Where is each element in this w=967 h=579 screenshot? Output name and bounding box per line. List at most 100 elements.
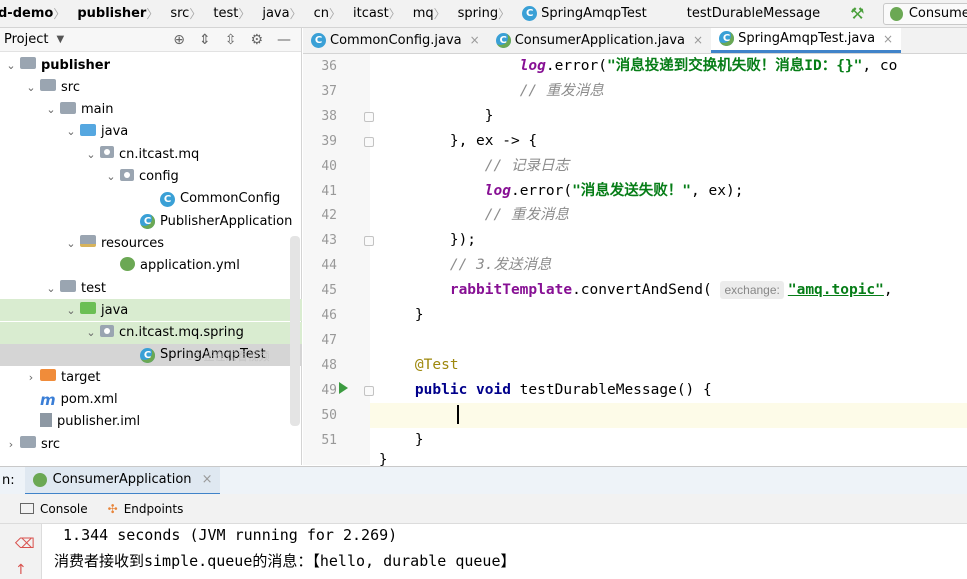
chevron-down-icon[interactable]: ▼ (56, 34, 64, 45)
code-line: } (380, 107, 494, 124)
tree-item[interactable]: ⌄ resources (0, 232, 302, 254)
chevron-icon[interactable]: ⌄ (104, 170, 118, 183)
chevron-icon[interactable]: ⌄ (64, 304, 78, 317)
project-panel-header: Project ▼ ⊕ ⇕ ⇳ ⚙ — (0, 28, 301, 52)
breadcrumb-separator: 〉 (238, 7, 251, 21)
run-tab-consumer[interactable]: ConsumerApplication × (24, 466, 221, 495)
close-icon[interactable]: × (470, 33, 480, 47)
project-panel-title[interactable]: Project (4, 32, 48, 47)
code-line: // 重发消息 (519, 82, 604, 99)
editor-tab[interactable]: C ConsumerApplication.java × (488, 28, 711, 53)
chevron-icon[interactable]: ⌄ (64, 237, 78, 250)
close-icon[interactable]: × (693, 33, 703, 47)
build-icon[interactable]: ⚒ (850, 4, 864, 23)
line-number: 50 (321, 407, 337, 423)
line-number: 37 (321, 83, 337, 99)
tree-item[interactable]: C PublisherApplication (0, 210, 302, 232)
breadcrumb-method[interactable]: testDurableMessage (687, 6, 826, 21)
tree-item[interactable]: › target (0, 366, 302, 388)
tree-item[interactable]: ⌄ test (0, 277, 302, 299)
minimize-icon[interactable]: — (277, 32, 291, 48)
tab-console[interactable]: Console (10, 494, 98, 524)
breadcrumb-item[interactable]: test 〉 (213, 5, 262, 22)
line-number: 43 (321, 233, 337, 249)
run-test-icon[interactable] (339, 382, 348, 394)
tree-item[interactable]: ⌄ publisher (0, 54, 302, 76)
chevron-icon[interactable]: ⌄ (64, 125, 78, 138)
line-number: 46 (321, 308, 337, 323)
up-arrow-icon[interactable]: ↑ (15, 562, 27, 578)
breadcrumb: d-demo 〉 publisher 〉 src 〉 test 〉 java 〉 cn 〉 itcast… (0, 0, 967, 28)
tree-item-label: test (81, 280, 106, 296)
breadcrumb-item[interactable]: java 〉 (262, 5, 313, 22)
chevron-icon[interactable]: ⌄ (44, 103, 58, 116)
tree-item[interactable]: › src (0, 433, 302, 455)
endpoints-icon: ✣ (107, 501, 118, 516)
breadcrumb-item[interactable]: itcast 〉 (353, 5, 413, 22)
tree-item[interactable]: ⌄ src (0, 76, 302, 98)
tree-item[interactable]: ⌄ main (0, 99, 302, 121)
tree-item[interactable]: ⌄ config (0, 166, 302, 188)
code-line: } (380, 431, 424, 448)
chevron-icon[interactable]: ⌄ (84, 148, 98, 161)
editor-tab[interactable]: C CommonConfig.java × (303, 28, 488, 53)
console-output[interactable]: ⌫ ↑ 1.344 seconds (JVM running for 2.269… (0, 524, 967, 579)
expand-all-icon[interactable]: ⇕ (199, 32, 211, 48)
fold-marker-icon[interactable] (364, 236, 374, 247)
locate-icon[interactable]: ⊕ (173, 32, 185, 48)
clear-icon[interactable]: ⌫ (15, 536, 35, 552)
scrollbar[interactable] (290, 236, 300, 426)
breadcrumb-item[interactable]: cn 〉 (314, 5, 353, 22)
fold-marker-icon[interactable] (364, 136, 374, 147)
code-line: // 重发消息 (484, 207, 569, 224)
tree-item-label: java (101, 124, 129, 140)
tree-item[interactable]: m pom.xml (0, 389, 302, 411)
class-icon: C (522, 6, 538, 21)
line-number: 48 (321, 357, 337, 373)
breadcrumb-label: src (170, 6, 190, 21)
tree-item[interactable]: ⌄ java (0, 121, 302, 143)
console-toolbar: ⌫ ↑ (0, 524, 42, 579)
current-line-highlight (370, 403, 967, 428)
folder-icon (20, 436, 36, 452)
maven-icon: m (40, 390, 56, 409)
chevron-icon[interactable]: ⌄ (4, 59, 18, 72)
console-tab-label: Console (40, 501, 88, 516)
line-number: 39 (321, 133, 337, 149)
chevron-icon[interactable]: ⌄ (84, 326, 98, 339)
excluded-folder-icon (40, 369, 56, 385)
line-number: 51 (321, 432, 337, 448)
tree-item[interactable]: C CommonConfig (0, 188, 302, 210)
run-config-select[interactable]: ConsumerApplication▼ (882, 2, 967, 25)
chevron-icon[interactable]: › (24, 371, 38, 384)
gear-icon[interactable]: ⚙ (250, 32, 263, 48)
collapse-all-icon[interactable]: ⇳ (225, 32, 237, 48)
tree-item[interactable]: ⌄ java (0, 299, 302, 322)
breadcrumb-label: test (213, 6, 239, 21)
line-number: 41 (321, 183, 337, 199)
breadcrumb-item[interactable]: d-demo 〉 (0, 5, 77, 22)
breadcrumb-item[interactable]: src 〉 (170, 5, 213, 22)
tab-endpoints[interactable]: ✣ Endpoints (98, 494, 194, 524)
line-number: 44 (321, 258, 337, 274)
tree-item[interactable]: publisher.iml (0, 411, 302, 433)
chevron-icon[interactable]: ⌄ (44, 282, 58, 295)
breadcrumb-item[interactable]: C SpringAmqpTest (522, 6, 653, 21)
fold-marker-icon[interactable] (364, 111, 374, 122)
editor-tab[interactable]: C SpringAmqpTest.java × (711, 28, 902, 53)
chevron-icon[interactable]: ⌄ (24, 81, 38, 94)
tab-label: SpringAmqpTest.java (738, 31, 876, 46)
breadcrumb-item[interactable]: spring 〉 (458, 5, 523, 22)
breadcrumb-item[interactable]: mq 〉 (413, 5, 458, 22)
breadcrumb-item[interactable]: publisher 〉 (77, 5, 170, 22)
tree-item-label: resources (101, 235, 165, 251)
fold-marker-icon[interactable] (364, 385, 374, 396)
tree-item[interactable]: ⌄ cn.itcast.mq (0, 143, 302, 165)
tree-item[interactable]: application.yml (0, 255, 302, 277)
chevron-icon[interactable]: › (4, 438, 18, 451)
code-line: // 记录日志 (484, 157, 569, 174)
close-icon[interactable]: × (883, 32, 893, 46)
close-icon[interactable]: × (202, 472, 213, 487)
tree-item[interactable]: ⌄ cn.itcast.mq.spring (0, 321, 302, 344)
folder-icon (60, 101, 76, 118)
